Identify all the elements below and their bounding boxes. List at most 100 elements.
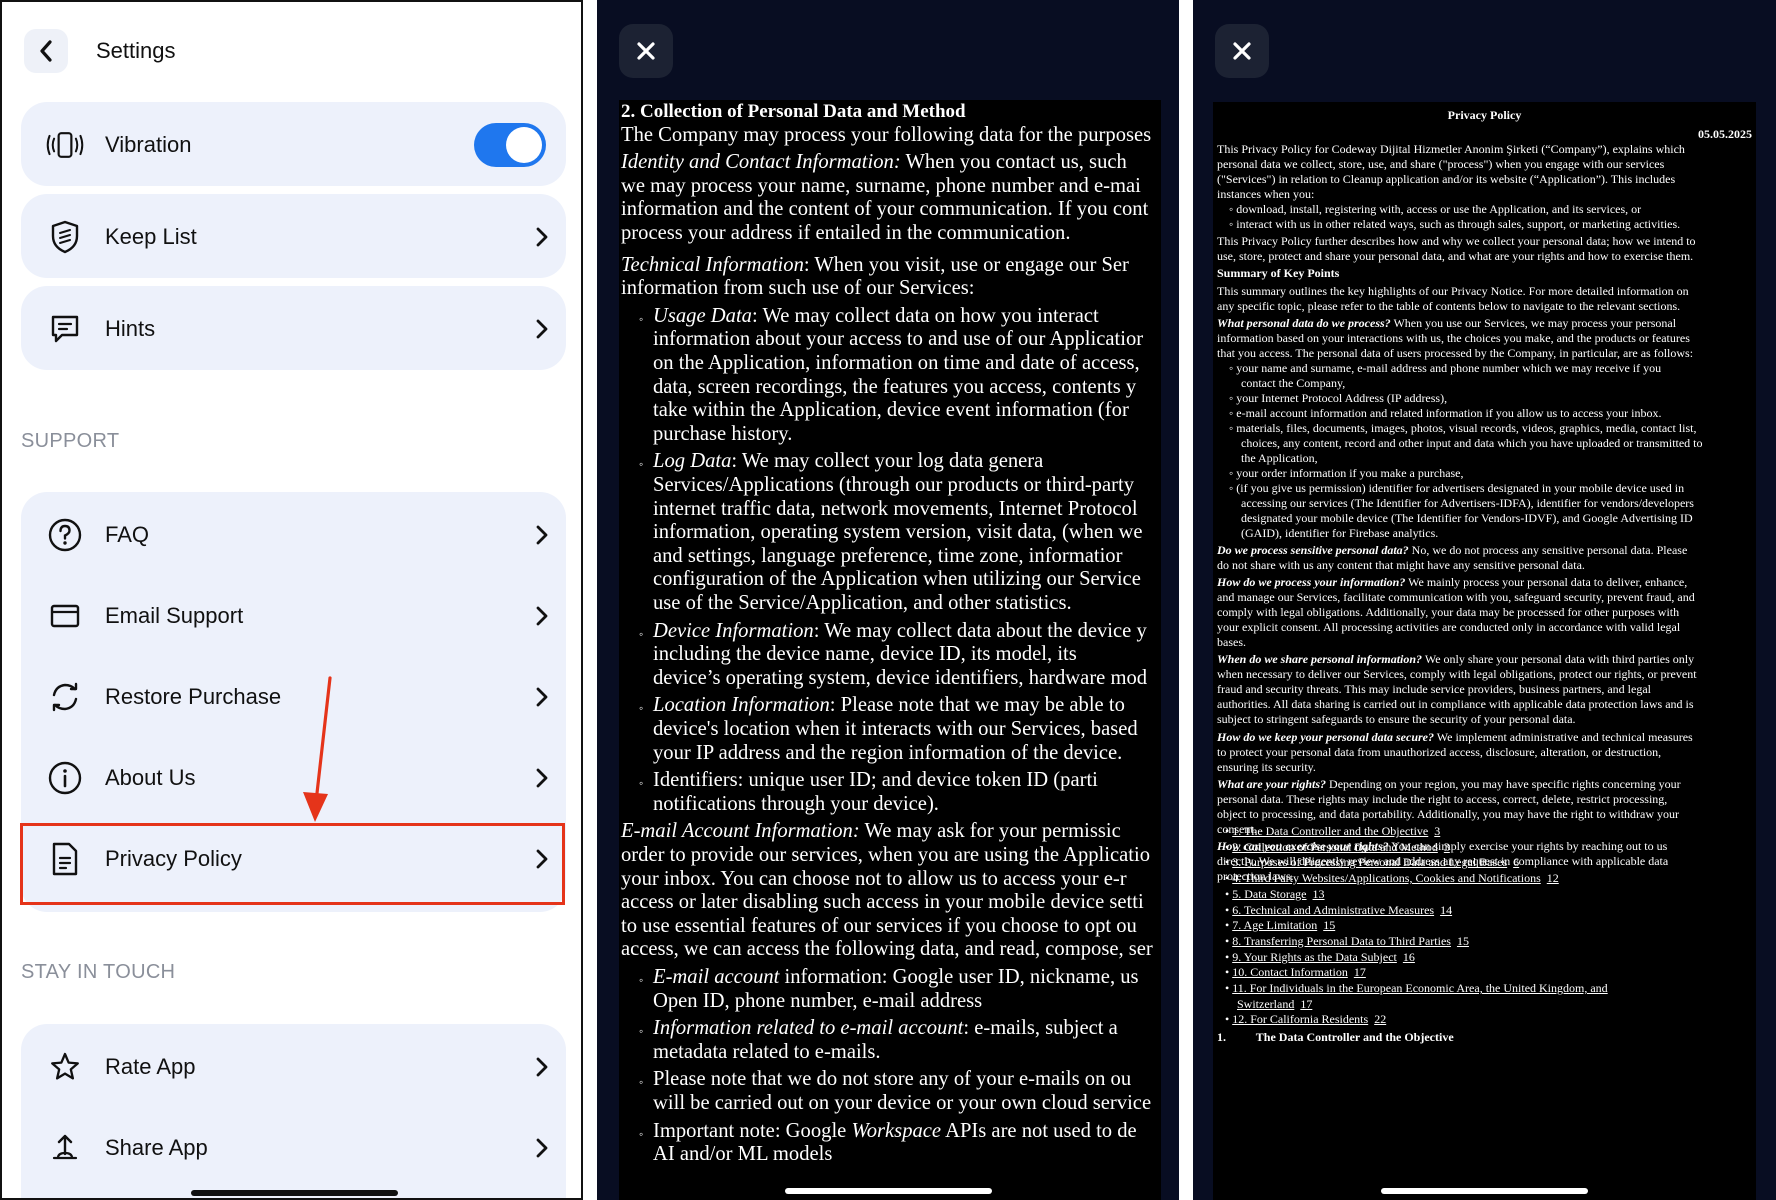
- message-icon: [45, 309, 85, 349]
- toc-entry-link[interactable]: • 6. Technical and Administrative Measur…: [1225, 903, 1452, 918]
- toc-entry-link[interactable]: • 2. Collection of Personal Data and Met…: [1225, 840, 1450, 855]
- toc-entry-link[interactable]: • 11. For Individuals in the European Ec…: [1225, 981, 1608, 996]
- document-line: device’s operating system, device identi…: [653, 666, 1148, 689]
- toc-entry-link[interactable]: • 7. Age Limitation 15: [1225, 918, 1335, 933]
- faq-row[interactable]: FAQ: [21, 494, 566, 575]
- document-line: Device Information: We may collect data …: [639, 620, 1147, 644]
- document-line: accessing our services (The Identifier f…: [1241, 495, 1694, 510]
- document-line: Open ID, phone number, e-mail address: [653, 989, 983, 1012]
- document-line: access or later disabling such access in…: [621, 891, 1144, 914]
- vibration-label: Vibration: [105, 131, 192, 157]
- document-line: configuration of the Application when ut…: [653, 568, 1141, 591]
- document-line: and settings, language preference, time …: [653, 544, 1123, 567]
- hints-card: Hints: [21, 286, 566, 370]
- document-line: ◦ (if you give us permission) identifier…: [1229, 480, 1685, 495]
- document-line: personal data. These rights may include …: [1217, 791, 1668, 806]
- document-line: ◦ download, install, registering with, a…: [1229, 202, 1642, 216]
- document-line: ◦ interact with us in other related ways…: [1229, 217, 1681, 231]
- rate-app-label: Rate App: [105, 1053, 196, 1079]
- back-button[interactable]: [24, 29, 68, 73]
- support-section-header: SUPPORT: [21, 430, 120, 452]
- document-line: authorities. All data sharing is carried…: [1217, 697, 1694, 712]
- bullet-marker: ◦: [639, 311, 644, 326]
- document-line: contact the Company,: [1241, 375, 1346, 390]
- toc-entry-link[interactable]: • 5. Data Storage 13: [1225, 887, 1325, 902]
- restore-purchase-label: Restore Purchase: [105, 683, 282, 709]
- policy-date: 05.05.2025: [1698, 127, 1752, 141]
- document-line: ◦ your Internet Protocol Address (IP add…: [1229, 390, 1448, 405]
- document-line: will be carried out on your device or yo…: [653, 1092, 1152, 1114]
- document-line: 2. Collection of Personal Data and Metho…: [621, 101, 966, 122]
- document-line: How do we process your information? We m…: [1217, 575, 1688, 590]
- document-line: information and the content of your comm…: [621, 198, 1149, 221]
- vibration-row[interactable]: Vibration: [21, 104, 566, 185]
- vibration-icon: [45, 125, 85, 165]
- chevron-left-icon: [40, 40, 52, 62]
- chevron-right-icon: [536, 525, 548, 544]
- document-line: AI and/or ML models: [653, 1143, 833, 1166]
- close-icon: [1233, 42, 1251, 60]
- toc-entry-link[interactable]: Switzerland 17: [1237, 997, 1312, 1012]
- document-line: take within the Application, device even…: [653, 399, 1129, 422]
- policy-overview-panel: Privacy Policy 05.05.2025 This Privacy P…: [1193, 0, 1776, 1200]
- bullet-marker: ◦: [639, 1024, 644, 1039]
- settings-panel: Settings Vibration Keep List Hints SUPPO…: [0, 0, 583, 1200]
- toc-entry-link[interactable]: • 4. Third Party Websites/Applications, …: [1225, 871, 1559, 886]
- document-line: instances when you:: [1217, 187, 1315, 201]
- toggle-knob: [506, 126, 542, 163]
- document-line: (GAID), identifier for Firebase analytic…: [1241, 525, 1439, 540]
- document-line: Summary of Key Points: [1217, 266, 1340, 281]
- share-app-label: Share App: [105, 1134, 208, 1160]
- policy-document-view[interactable]: 2. Collection of Personal Data and Metho…: [619, 100, 1161, 1200]
- document-line: ensuring its security.: [1217, 759, 1316, 774]
- document-line: use of the Service/Application, and othe…: [653, 592, 1072, 614]
- document-line: personal data we collect, store, use, an…: [1217, 157, 1665, 171]
- document-line: Location Information: Please note that w…: [639, 694, 1125, 718]
- email-support-row[interactable]: Email Support: [21, 575, 566, 656]
- bullet-marker: ◦: [639, 701, 644, 716]
- toc-entry-link[interactable]: • 8. Transferring Personal Data to Third…: [1225, 934, 1469, 949]
- document-line: ◦ your name and surname, e-mail address …: [1229, 360, 1662, 375]
- document-line: including the device name, device ID, it…: [653, 643, 1077, 666]
- close-button[interactable]: [619, 24, 673, 78]
- toc-entry-link[interactable]: • 12. For California Residents 22: [1225, 1012, 1386, 1027]
- chevron-right-icon: [536, 1138, 548, 1157]
- email-support-label: Email Support: [105, 602, 244, 628]
- bullet-marker: ◦: [639, 626, 644, 641]
- document-line: object to processing, and data portabili…: [1217, 806, 1680, 821]
- bullet-marker: ◦: [639, 1075, 644, 1090]
- document-line: ◦ your order information if you make a p…: [1229, 465, 1464, 480]
- document-line: data, screen recordings, the features yo…: [653, 375, 1137, 398]
- document-line: How do we keep your personal data secure…: [1217, 729, 1693, 744]
- hints-label: Hints: [105, 315, 156, 341]
- question-icon: [45, 515, 85, 555]
- document-line: your inbox. You can choose not to allow …: [621, 867, 1127, 890]
- document-line: to use essential features of our service…: [621, 914, 1137, 937]
- settings-header: Settings: [24, 28, 176, 74]
- policy-title: Privacy Policy: [1447, 108, 1522, 122]
- document-line: on the Application, information on time …: [653, 352, 1140, 374]
- share-app-row[interactable]: Share App: [21, 1107, 566, 1188]
- document-line: ◦ e-mail account information and related…: [1229, 405, 1662, 420]
- policy-document-view[interactable]: Privacy Policy 05.05.2025 This Privacy P…: [1213, 102, 1756, 1200]
- annotation-arrow-icon: [303, 676, 332, 822]
- document-line: do not share with us any content that mi…: [1217, 558, 1585, 572]
- document-line: designated your mobile device (The Ident…: [1241, 510, 1693, 525]
- shield-icon: [45, 217, 85, 257]
- hints-row[interactable]: Hints: [21, 288, 566, 369]
- rate-app-row[interactable]: Rate App: [21, 1026, 566, 1107]
- document-line: order to provide our services, when you …: [621, 844, 1151, 866]
- keep-list-row[interactable]: Keep List: [21, 196, 566, 277]
- document-line: your IP address and the region informati…: [653, 741, 1123, 764]
- envelope-icon: [45, 596, 85, 636]
- toc-entry-link[interactable]: • 9. Your Rights as the Data Subject 16: [1225, 950, 1415, 965]
- refresh-icon: [45, 677, 85, 717]
- close-icon: [637, 42, 655, 60]
- toc-entry-link[interactable]: • 3. Purposes of Processing Personal Dat…: [1225, 855, 1519, 870]
- vibration-toggle[interactable]: [474, 122, 546, 167]
- bullet-marker: ◦: [639, 776, 644, 791]
- document-line: Do we process sensitive personal data? N…: [1217, 543, 1688, 557]
- toc-entry-link[interactable]: • 10. Contact Information 17: [1225, 965, 1366, 980]
- close-button[interactable]: [1215, 24, 1269, 78]
- toc-entry-link[interactable]: • 1. The Data Controller and the Objecti…: [1225, 824, 1440, 839]
